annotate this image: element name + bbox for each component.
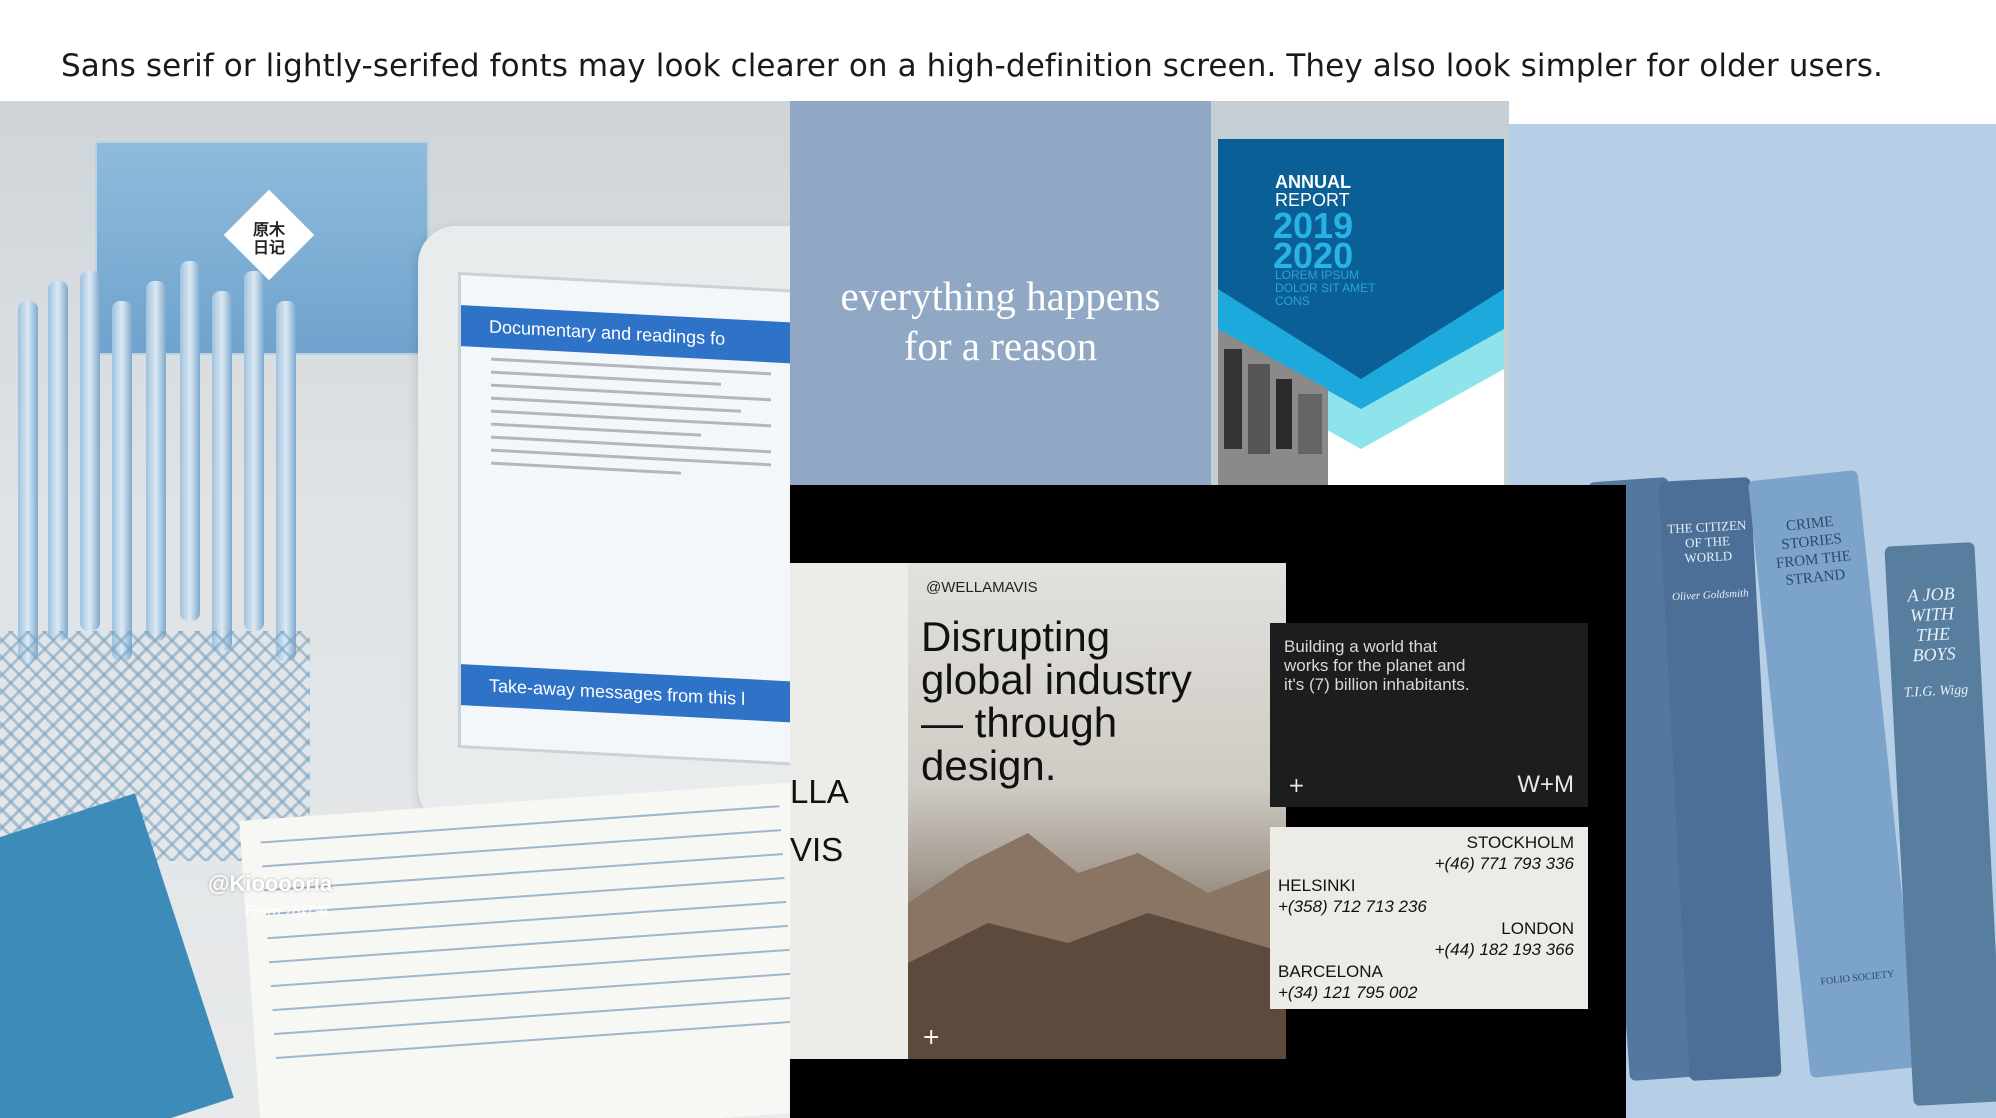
city-name: BARCELONA	[1278, 962, 1383, 981]
wella-cities-card: STOCKHOLM +(46) 771 793 336 HELSINKI +(3…	[1270, 827, 1588, 1009]
book-footer-2: FOLIO SOCIETY	[1820, 968, 1895, 988]
quote-line-2: for a reason	[903, 323, 1098, 369]
wella-mission-card: Building a world that works for the plan…	[1270, 623, 1588, 807]
headline-line-1: Disrupting	[921, 613, 1111, 660]
city-name: LONDON	[1501, 919, 1574, 938]
city-phone: +(34) 121 795 002	[1278, 983, 1418, 1002]
headline-line-3: — through	[921, 699, 1118, 746]
report-graphic	[1218, 289, 1504, 485]
quote-card: everything happens for a reason	[790, 101, 1211, 485]
headline-line-2: global industry	[921, 656, 1192, 703]
city-name: STOCKHOLM	[1466, 833, 1574, 852]
annual-report-cover: ANNUAL REPORT 2019 2020 LOREM IPSUM DOLO…	[1211, 101, 1509, 485]
report-small-text: LOREM IPSUM DOLOR SIT AMET CONS	[1275, 268, 1376, 308]
wella-left-line-1: LLA	[790, 773, 849, 810]
city-phone: +(46) 771 793 336	[1434, 854, 1574, 873]
mission-text: Building a world that works for the plan…	[1284, 637, 1470, 694]
book-title-1: THE CITIZEN OF THE WORLD	[1666, 517, 1747, 566]
wella-handle: @WELLAMAVIS	[926, 579, 1038, 596]
wella-headline: Disrupting global industry — through des…	[921, 615, 1192, 787]
wellamavis-layout: LLA VIS @WELLAMAVIS Disrupting global in…	[790, 485, 1626, 1118]
wella-left-panel: LLA VIS	[790, 563, 908, 1059]
city-phone: +(44) 182 193 366	[1434, 940, 1574, 959]
quote-text: everything happens for a reason	[790, 271, 1211, 371]
screen-footer: Take-away messages from this l	[461, 664, 790, 726]
headline-line-4: design.	[921, 742, 1057, 789]
city-name: HELSINKI	[1278, 876, 1356, 895]
desk-photo: 原木日记 Documentary and readings fo Take-aw…	[0, 101, 790, 1118]
page-caption: Sans serif or lightly-serifed fonts may …	[61, 48, 1883, 84]
book-title-3: A JOB WITH THE BOYS	[1906, 583, 1957, 666]
book-author-3: T.I.G. Wigg	[1903, 682, 1969, 701]
photo-watermark: @Kiooooria	[208, 871, 333, 896]
photo-watermark-sub: From 小红书	[245, 904, 328, 920]
book-title-2: CRIME STORIES FROM THE STRAND	[1775, 513, 1852, 589]
plus-icon: +	[922, 1025, 941, 1050]
wm-logo: W+M	[1517, 771, 1574, 798]
tablet-screen: Documentary and readings fo Take-away me…	[458, 271, 790, 767]
notebook	[239, 781, 790, 1118]
city-phone: +(358) 712 713 236	[1278, 897, 1427, 916]
report-title-1: ANNUAL	[1275, 172, 1351, 192]
book-author-1: Oliver Goldsmith	[1671, 587, 1749, 604]
quote-line-1: everything happens	[840, 273, 1161, 319]
plus-icon: +	[1288, 773, 1305, 797]
report-cover: ANNUAL REPORT 2019 2020 LOREM IPSUM DOLO…	[1218, 139, 1504, 485]
wella-left-line-2: VIS	[790, 831, 844, 868]
